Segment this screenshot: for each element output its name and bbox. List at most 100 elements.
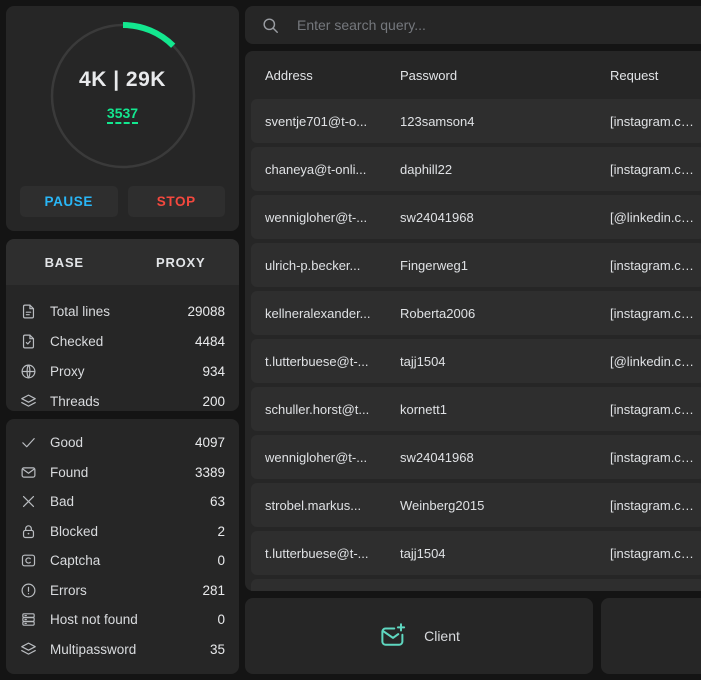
column-header-address: Address	[265, 67, 313, 83]
table-row[interactable]: patrickbecker8...santos1973[instagram.co…	[251, 579, 701, 591]
search-input[interactable]	[283, 17, 699, 33]
column-header-password: Password	[400, 67, 458, 83]
stat-label: Host not found	[50, 612, 138, 628]
stat-label: Checked	[50, 333, 104, 349]
stat-value: 3389	[194, 464, 225, 480]
stat-value: 63	[209, 494, 225, 510]
table-row[interactable]: sventje701@t-o... 123samson4 [instagram.co…	[251, 99, 701, 143]
check-icon	[20, 434, 44, 451]
cell-address: wennigloher@t-...	[265, 449, 368, 465]
stat-value: 281	[202, 582, 225, 598]
gauge-sub-value: 3537	[106, 105, 139, 125]
cross-icon	[20, 493, 44, 510]
cell-password: sw24041968	[400, 209, 474, 225]
pause-button[interactable]: PAUSE	[20, 186, 118, 217]
stat-label: Found	[50, 464, 89, 480]
column-header-request: Request	[610, 67, 659, 83]
footer-actions: Client	[245, 598, 701, 674]
secondary-action-card[interactable]	[601, 598, 701, 674]
stat-value: 35	[209, 641, 225, 657]
cell-request: [instagram.com]	[610, 401, 701, 417]
stat-row-threads: Threads 200	[20, 386, 225, 411]
stat-row-host-not-found: Host not found 0	[20, 605, 225, 635]
stat-value: 934	[202, 363, 225, 379]
results-stat-panel: Good 4097 Found 3389 Bad 63 Blocked 2 Ca…	[6, 419, 239, 674]
stat-label: Good	[50, 435, 84, 451]
client-button[interactable]: Client	[245, 598, 593, 674]
tab-base[interactable]: BASE	[6, 239, 123, 285]
cell-password: Fingerweg1	[400, 257, 468, 273]
table-row[interactable]: t.lutterbuese@t-... tajj1504 [@linkedin.co…	[251, 339, 701, 383]
cell-address: ulrich-p.becker...	[265, 257, 361, 273]
table-row[interactable]: chaneya@t-onli... daphill22 [instagram.com…	[251, 147, 701, 191]
envelope-icon	[20, 464, 44, 481]
table-header-row: Address Password Request	[245, 51, 701, 99]
cell-password: Weinberg2015	[400, 497, 485, 513]
document-icon	[20, 303, 44, 320]
layers-icon	[20, 393, 44, 410]
table-row[interactable]: schuller.horst@t... kornett1 [instagram.co…	[251, 387, 701, 431]
table-row[interactable]: wennigloher@t-... sw24041968 [instagram.co…	[251, 435, 701, 479]
stat-value: 200	[202, 393, 225, 409]
stat-label: Proxy	[50, 363, 85, 379]
stat-row-captcha: Captcha 0	[20, 546, 225, 576]
progress-gauge: 4K | 29K 3537	[43, 16, 203, 176]
cell-request: [instagram.com]	[610, 449, 701, 465]
stat-value: 29088	[187, 303, 225, 319]
stop-button[interactable]: STOP	[127, 186, 225, 217]
cell-password: 123samson4	[400, 113, 475, 129]
cell-address: wennigloher@t-...	[265, 209, 368, 225]
tab-proxy[interactable]: PROXY	[123, 239, 240, 285]
table-row[interactable]: ulrich-p.becker... Fingerweg1 [instagram.c…	[251, 243, 701, 287]
lock-icon	[20, 523, 44, 540]
cell-password: daphill22	[400, 161, 453, 177]
stat-label: Blocked	[50, 523, 99, 539]
stat-value: 0	[217, 612, 225, 628]
control-button-row: PAUSE STOP	[20, 186, 225, 217]
app-root: 4K | 29K 3537 PAUSE STOP BASE PROXY Tota…	[0, 0, 701, 680]
table-row[interactable]: strobel.markus... Weinberg2015 [instagram.…	[251, 483, 701, 527]
stat-label: Errors	[50, 582, 87, 598]
table-body: sventje701@t-o... 123samson4 [instagram.co…	[245, 99, 701, 591]
table-row[interactable]: t.lutterbuese@t-... tajj1504 [instagram.co…	[251, 531, 701, 575]
base-proxy-tabs: BASE PROXY	[6, 239, 239, 285]
gauge-center-text: 4K | 29K 3537	[43, 16, 203, 176]
cell-request: [instagram.com]	[610, 497, 701, 513]
cell-password: sw24041968	[400, 449, 474, 465]
globe-icon	[20, 363, 44, 380]
main-content: Address Password Request sventje701@t-o.…	[245, 0, 701, 680]
search-icon	[261, 16, 283, 35]
cell-password: Roberta2006	[400, 305, 476, 321]
captcha-icon	[20, 552, 44, 569]
cell-address: strobel.markus...	[265, 497, 362, 513]
stat-label: Total lines	[50, 303, 111, 319]
table-row[interactable]: wennigloher@t-... sw24041968 [@linkedin.co…	[251, 195, 701, 239]
layers-icon	[20, 641, 44, 658]
base-proxy-panel: BASE PROXY Total lines 29088 Checked 448…	[6, 239, 239, 411]
stat-value: 4484	[194, 333, 225, 349]
cell-request: [instagram.com]	[610, 113, 701, 129]
stat-row-checked: Checked 4484	[20, 326, 225, 356]
stat-row-errors: Errors 281	[20, 576, 225, 606]
results-table-panel: Address Password Request sventje701@t-o.…	[245, 51, 701, 591]
document-check-icon	[20, 333, 44, 350]
cell-password: kornett1	[400, 401, 447, 417]
stat-row-good: Good 4097	[20, 428, 225, 458]
stat-row-bad: Bad 63	[20, 487, 225, 517]
stat-row-proxy: Proxy 934	[20, 356, 225, 386]
cell-request: [instagram.com]	[610, 305, 701, 321]
stat-label: Captcha	[50, 553, 101, 569]
cell-request: [instagram.com]	[610, 257, 701, 273]
cell-request: [instagram.com]	[610, 161, 701, 177]
stat-row-found: Found 3389	[20, 458, 225, 488]
client-label: Client	[424, 628, 460, 644]
cell-request: [@linkedin.com]	[610, 209, 701, 225]
envelope-plus-icon	[378, 621, 408, 651]
cell-address: t.lutterbuese@t-...	[265, 545, 369, 561]
table-row[interactable]: kellneralexander... Roberta2006 [instagram…	[251, 291, 701, 335]
stat-label: Multipassword	[50, 641, 137, 657]
cell-address: sventje701@t-o...	[265, 113, 368, 129]
cell-request: [instagram.com]	[610, 545, 701, 561]
stat-label: Threads	[50, 393, 100, 409]
search-bar	[245, 6, 701, 44]
